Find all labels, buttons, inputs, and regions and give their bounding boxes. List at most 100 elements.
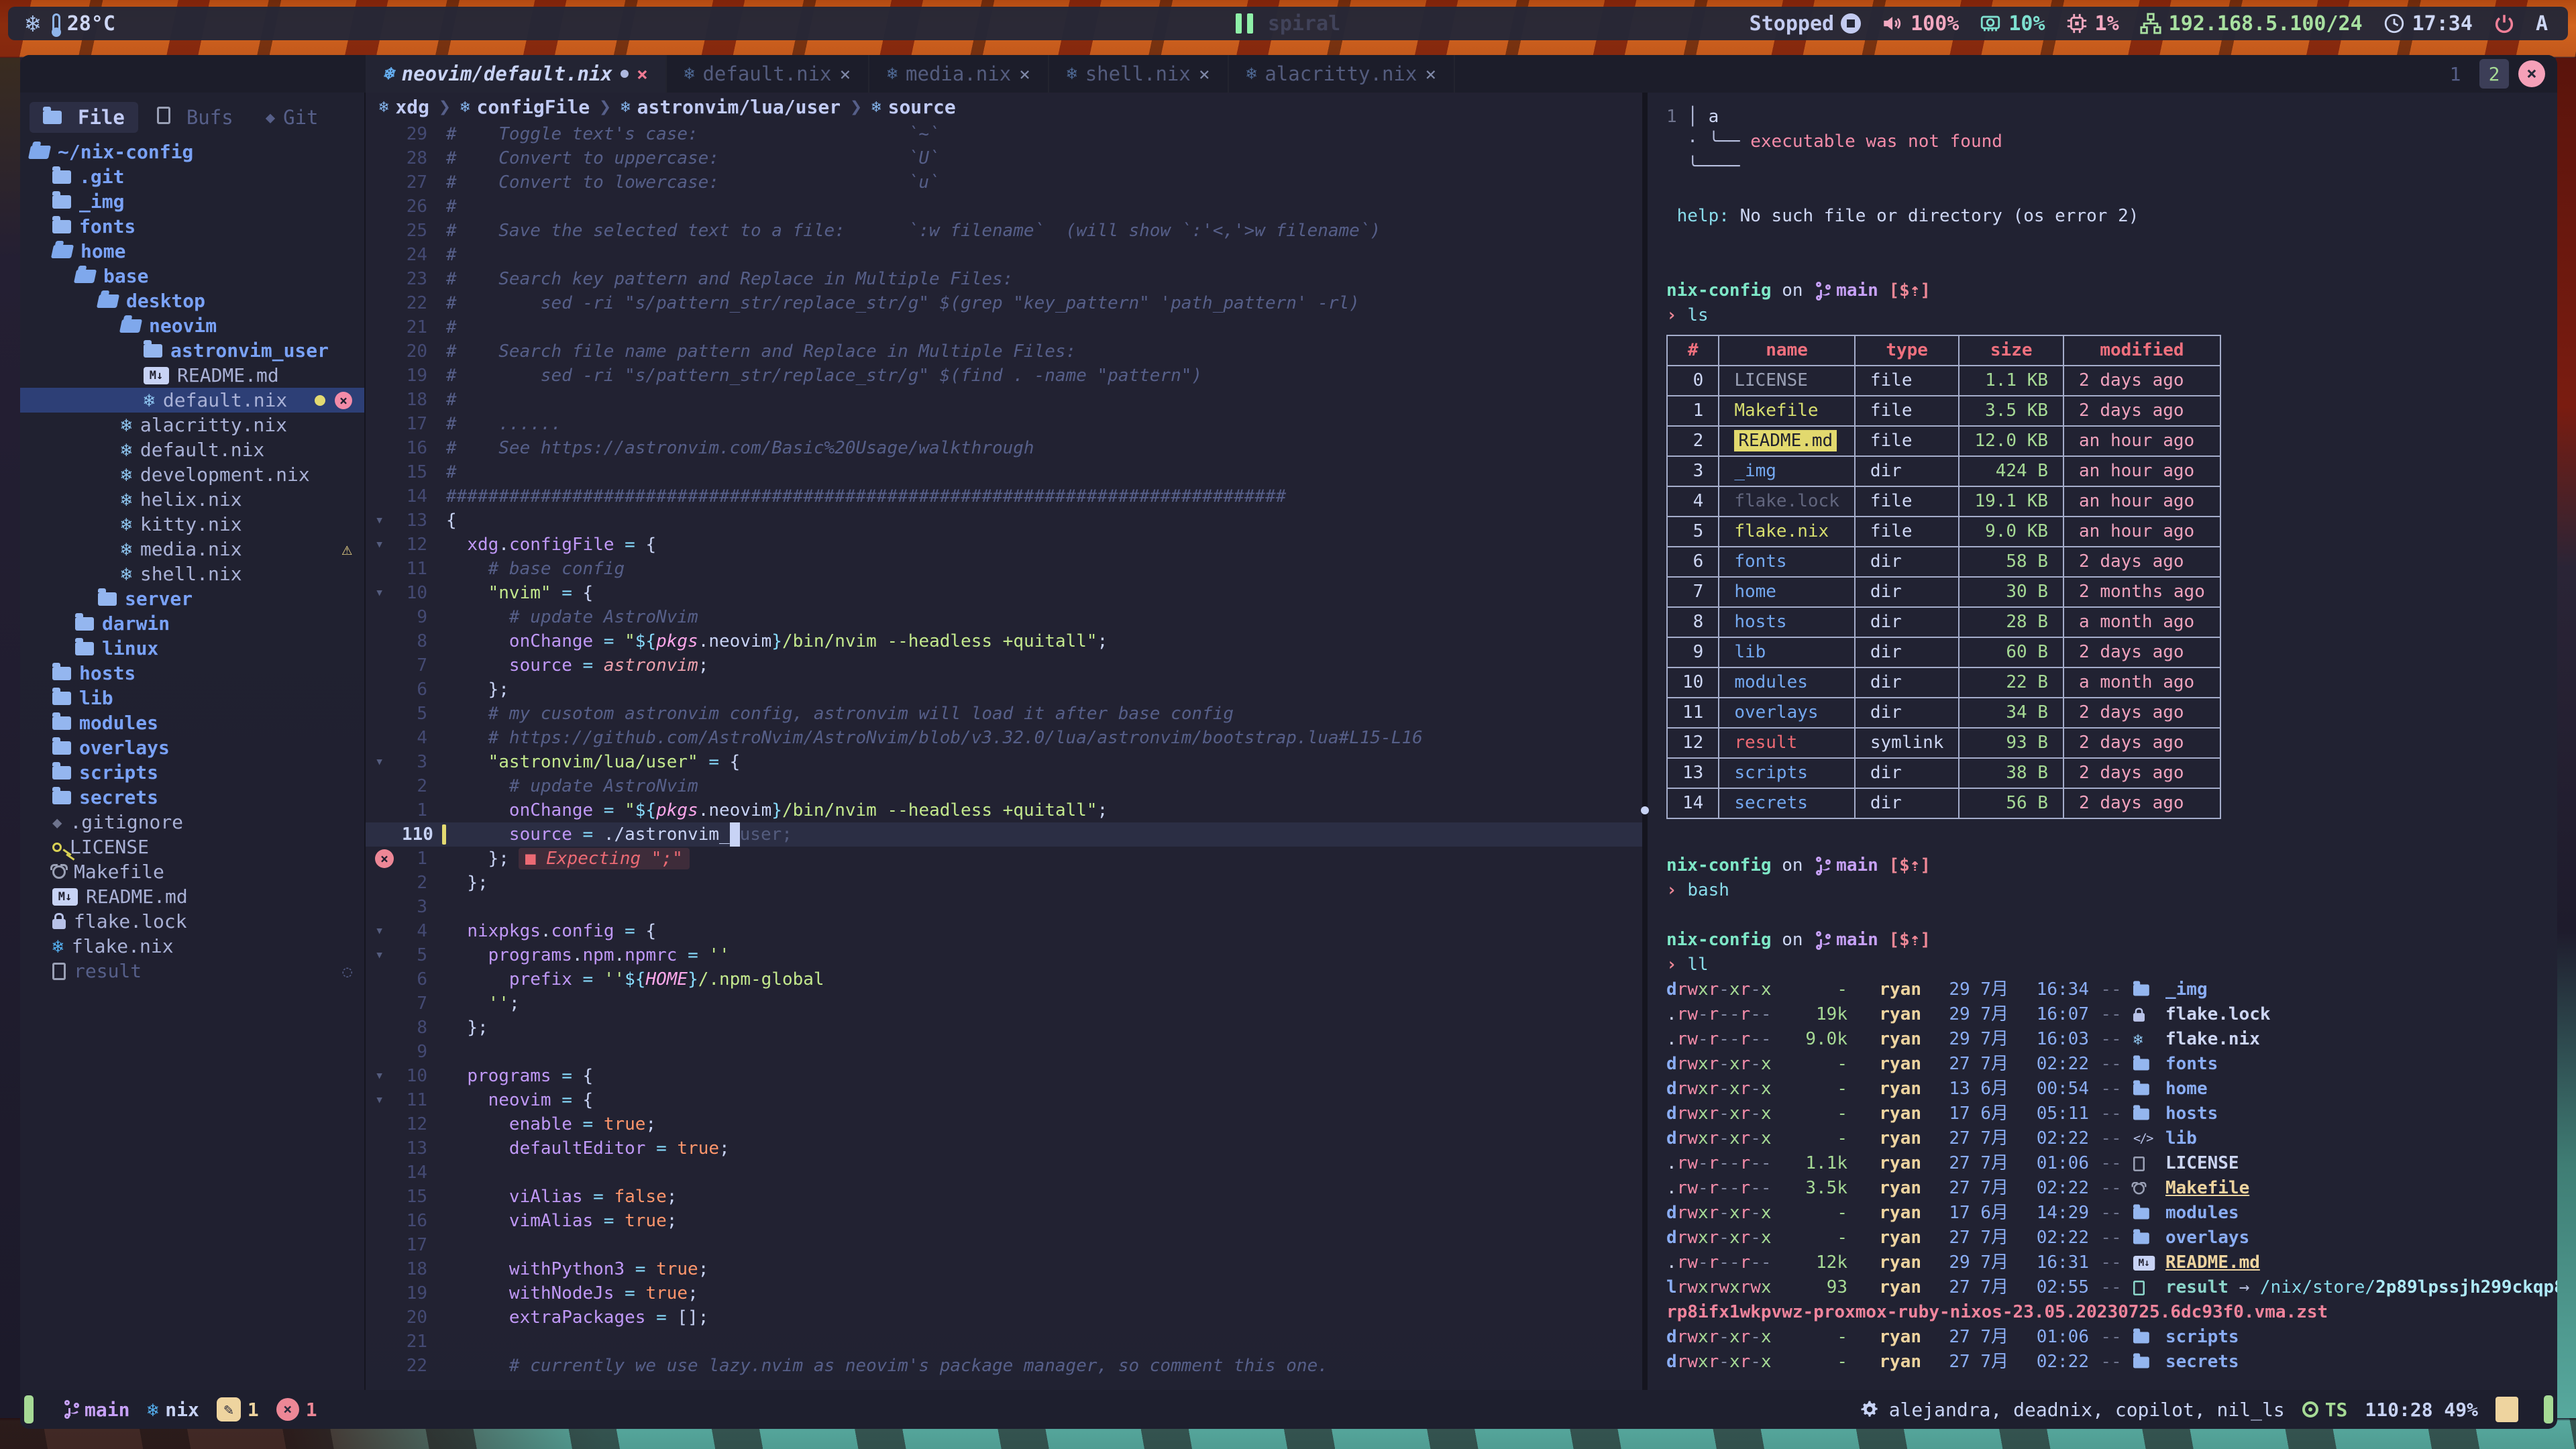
network-widget[interactable]: 192.168.5.100/24	[2139, 12, 2363, 36]
tree-item-README.md[interactable]: M↓README.md	[20, 884, 364, 909]
code-line[interactable]: 4 # https://github.com/AstroNvim/AstroNv…	[366, 726, 1642, 750]
recording-widget[interactable]: Stopped	[1750, 12, 1861, 36]
modified-count-badge[interactable]: ✎ 1	[217, 1397, 259, 1421]
window-close-button[interactable]: ×	[2518, 60, 2545, 87]
tree-item-~/nix-config[interactable]: ~/nix-config	[20, 140, 364, 164]
tree-item-kitty.nix[interactable]: ❄kitty.nix	[20, 512, 364, 537]
code-line[interactable]: 2 };	[366, 871, 1642, 895]
code-line[interactable]: 5 # my cusotom astronvim config, astronv…	[366, 702, 1642, 726]
tree-item-astronvim_user[interactable]: astronvim_user	[20, 338, 364, 363]
code-line[interactable]: 27# Convert to lowercase: `u`	[366, 170, 1642, 195]
breadcrumb-segment[interactable]: ❄configFile	[460, 96, 590, 118]
tab-close-icon[interactable]: ×	[1199, 63, 1210, 85]
tree-item-result[interactable]: result◌	[20, 959, 364, 983]
fold-chevron-icon[interactable]: ▾	[375, 1064, 384, 1088]
nixos-logo-icon[interactable]: ❄	[25, 10, 40, 38]
code-line[interactable]: ▾5 programs.npm.npmrc = ''	[366, 943, 1642, 967]
code-line[interactable]: 19# sed -ri "s/pattern_str/replace_str/g…	[366, 364, 1642, 388]
code-line[interactable]: 14######################################…	[366, 484, 1642, 508]
tree-item-LICENSE[interactable]: LICENSE	[20, 835, 364, 859]
tab-close-icon[interactable]: ×	[1425, 63, 1436, 85]
fold-chevron-icon[interactable]: ▾	[375, 750, 384, 774]
code-line[interactable]: 18 withPython3 = true;	[366, 1257, 1642, 1281]
code-line[interactable]: 20# Search file name pattern and Replace…	[366, 339, 1642, 364]
fold-chevron-icon[interactable]: ▾	[375, 533, 384, 557]
code-line[interactable]: ▾3 "astronvim/lua/user" = {	[366, 750, 1642, 774]
code-line[interactable]: 22 # currently we use lazy.nvim as neovi…	[366, 1354, 1642, 1378]
code-line[interactable]: ▾10 "nvim" = {	[366, 581, 1642, 605]
code-line[interactable]: 8 onChange = "${pkgs.neovim}/bin/nvim --…	[366, 629, 1642, 653]
tree-item-default.nix[interactable]: ❄default.nix×	[20, 388, 364, 413]
tree-item-flake.lock[interactable]: flake.lock	[20, 909, 364, 934]
code-line[interactable]: ▾12 xdg.configFile = {	[366, 533, 1642, 557]
code-line[interactable]: ▾4 nixpkgs.config = {	[366, 919, 1642, 943]
code-line[interactable]: 9	[366, 1040, 1642, 1064]
window-indicator-2[interactable]: 2	[2479, 59, 2509, 89]
code-line[interactable]: 6 };	[366, 678, 1642, 702]
buffer-tab-default.nix[interactable]: ❄default.nix×	[667, 55, 870, 93]
window-divider[interactable]	[1642, 93, 1648, 1390]
code-line[interactable]: 21#	[366, 315, 1642, 339]
tree-item-helix.nix[interactable]: ❄helix.nix	[20, 487, 364, 512]
tree-item-hosts[interactable]: hosts	[20, 661, 364, 686]
code-line[interactable]: 15 viAlias = false;	[366, 1185, 1642, 1209]
tree-item-flake.nix[interactable]: ❄flake.nix	[20, 934, 364, 959]
fold-chevron-icon[interactable]: ▾	[375, 508, 384, 533]
neotree-tab-bufs[interactable]: Bufs	[144, 102, 247, 133]
tab-close-icon[interactable]: ×	[637, 63, 648, 85]
code-line[interactable]: 17	[366, 1233, 1642, 1257]
code-line[interactable]: 13 defaultEditor = true;	[366, 1136, 1642, 1161]
tree-item-desktop[interactable]: desktop	[20, 288, 364, 313]
code-line[interactable]: 19 withNodeJs = true;	[366, 1281, 1642, 1305]
tree-item-_img[interactable]: _img	[20, 189, 364, 214]
buffer-tab-shell.nix[interactable]: ❄shell.nix×	[1049, 55, 1229, 93]
tree-item-shell.nix[interactable]: ❄shell.nix	[20, 561, 364, 586]
breadcrumb-segment[interactable]: ❄source	[871, 96, 956, 118]
code-line[interactable]: 25# Save the selected text to a file: `:…	[366, 219, 1642, 243]
tree-item-alacritty.nix[interactable]: ❄alacritty.nix	[20, 413, 364, 437]
tree-item-modules[interactable]: modules	[20, 710, 364, 735]
code-line[interactable]: 110 source = ./astronvim_ user;	[366, 822, 1642, 847]
code-line[interactable]: 26#	[366, 195, 1642, 219]
code-line[interactable]: 24#	[366, 243, 1642, 267]
power-widget[interactable]	[2493, 12, 2516, 35]
code-line[interactable]: 29# Toggle text's case: `~`	[366, 122, 1642, 146]
code-line[interactable]: 18#	[366, 388, 1642, 412]
code-line[interactable]: 7 '';	[366, 991, 1642, 1016]
tree-item-scripts[interactable]: scripts	[20, 760, 364, 785]
code-line[interactable]: 9 # update AstroNvim	[366, 605, 1642, 629]
code-line[interactable]: 28# Convert to uppercase: `U`	[366, 146, 1642, 170]
neotree-tab-file[interactable]: File	[30, 102, 138, 133]
code-line[interactable]: 16# See https://astronvim.com/Basic%20Us…	[366, 436, 1642, 460]
neotree-tab-git[interactable]: ◆Git	[252, 102, 332, 133]
close-icon[interactable]: ×	[335, 392, 352, 409]
error-count-badge[interactable]: × 1	[276, 1398, 317, 1421]
tree-item-media.nix[interactable]: ❄media.nix⚠	[20, 537, 364, 561]
tree-item-README.md[interactable]: M↓README.md	[20, 363, 364, 388]
code-line[interactable]: 2 # update AstroNvim	[366, 774, 1642, 798]
code-line[interactable]: 16 vimAlias = true;	[366, 1209, 1642, 1233]
keyboard-layout[interactable]: A	[2536, 12, 2548, 36]
tree-item-.git[interactable]: .git	[20, 164, 364, 189]
fold-chevron-icon[interactable]: ▾	[375, 943, 384, 967]
code-line[interactable]: 11 # base config	[366, 557, 1642, 581]
code-line[interactable]: 14	[366, 1161, 1642, 1185]
tree-item-neovim[interactable]: neovim	[20, 313, 364, 338]
code-line[interactable]: 22# sed -ri "s/pattern_str/replace_str/g…	[366, 291, 1642, 315]
volume-widget[interactable]: 100%	[1881, 12, 1959, 36]
tree-item-darwin[interactable]: darwin	[20, 611, 364, 636]
tree-item-linux[interactable]: linux	[20, 636, 364, 661]
fold-chevron-icon[interactable]: ▾	[375, 581, 384, 605]
code-line[interactable]: ▾11 neovim = {	[366, 1088, 1642, 1112]
tree-item-default.nix[interactable]: ❄default.nix	[20, 437, 364, 462]
code-line[interactable]: ×1 };■ Expecting ";"	[366, 847, 1642, 871]
tree-item-development.nix[interactable]: ❄development.nix	[20, 462, 364, 487]
window-indicator-1[interactable]: 1	[2440, 59, 2470, 89]
code-line[interactable]: 12 enable = true;	[366, 1112, 1642, 1136]
code-line[interactable]: 3	[366, 895, 1642, 919]
tree-item-base[interactable]: base	[20, 264, 364, 288]
code-line[interactable]: ▾10 programs = {	[366, 1064, 1642, 1088]
code-line[interactable]: 21	[366, 1330, 1642, 1354]
code-line[interactable]: 7 source = astronvim;	[366, 653, 1642, 678]
code-line[interactable]: 20 extraPackages = [];	[366, 1305, 1642, 1330]
